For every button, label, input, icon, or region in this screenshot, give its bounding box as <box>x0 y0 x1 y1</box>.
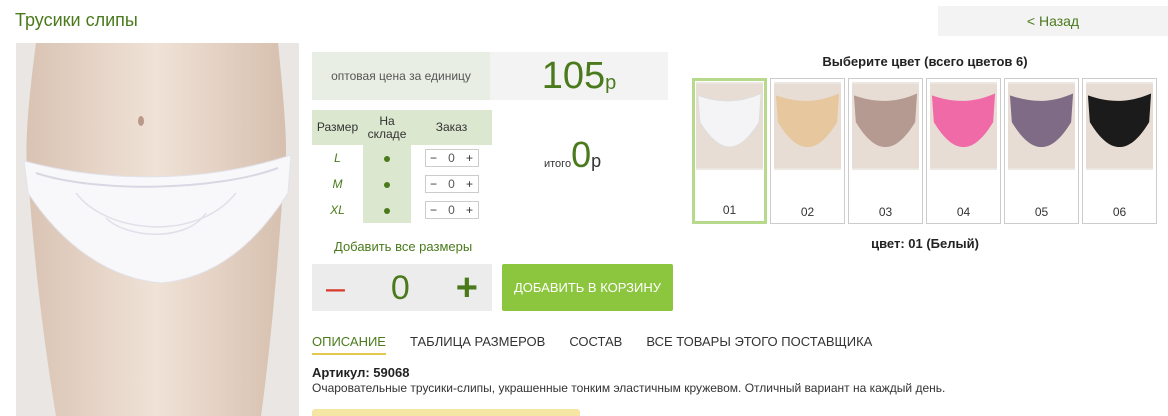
size-row: XL − 0 + <box>312 197 492 223</box>
color-swatch[interactable]: 06 <box>1082 78 1157 224</box>
color-swatch[interactable]: 04 <box>926 78 1001 224</box>
page-title: Трусики слипы <box>15 10 138 30</box>
size-header: Размер <box>312 110 363 145</box>
add-to-cart-button[interactable]: ДОБАВИТЬ В КОРЗИНУ <box>502 264 673 311</box>
total-value: 0 <box>571 134 592 175</box>
color-picker-title: Выберите цвет (всего цветов 6) <box>822 54 1028 69</box>
swatch-thumbnail <box>852 82 919 170</box>
plus-button[interactable]: + <box>462 202 478 218</box>
tab-size-chart[interactable]: ТАБЛИЦА РАЗМЕРОВ <box>410 334 545 355</box>
in-stock-indicator <box>363 197 411 223</box>
quantity-plus-button[interactable]: + <box>456 269 478 307</box>
minus-button[interactable]: − <box>426 176 442 192</box>
order-header: Заказ <box>411 110 492 145</box>
size-table: Размер На складе Заказ L − 0 + M − 0 + X… <box>312 110 492 223</box>
quantity-minus-button[interactable]: – <box>326 271 345 305</box>
quantity-value[interactable]: 0 <box>391 271 410 305</box>
swatch-number: 06 <box>1112 205 1127 219</box>
swatch-number: 01 <box>722 203 737 217</box>
swatch-thumbnail <box>1086 82 1153 170</box>
order-qty[interactable]: 0 <box>442 202 462 218</box>
swatch-number: 04 <box>956 205 971 219</box>
color-swatch[interactable]: 03 <box>848 78 923 224</box>
plus-button[interactable]: + <box>462 176 478 192</box>
size-row: M − 0 + <box>312 171 492 197</box>
plus-button[interactable]: + <box>462 150 478 166</box>
color-swatch[interactable]: 02 <box>770 78 845 224</box>
price-currency: р <box>605 71 617 94</box>
total-label: итого <box>544 158 572 170</box>
swatch-number: 05 <box>1034 205 1049 219</box>
color-swatches: 01 02 03 04 05 06 <box>692 78 1160 224</box>
order-stepper: − 0 + <box>424 175 479 193</box>
swatch-thumbnail <box>1008 82 1075 170</box>
minus-button[interactable]: − <box>426 202 442 218</box>
add-all-sizes-link[interactable]: Добавить все размеры <box>334 239 472 254</box>
product-tabs: ОПИСАНИЕ ТАБЛИЦА РАЗМЕРОВ СОСТАВ ВСЕ ТОВ… <box>312 334 896 355</box>
order-qty[interactable]: 0 <box>442 176 462 192</box>
swatch-thumbnail <box>930 82 997 170</box>
order-stepper: − 0 + <box>424 201 479 219</box>
size-row: L − 0 + <box>312 145 492 171</box>
swatch-thumbnail <box>696 82 763 170</box>
wholesale-price: 105 р <box>490 52 668 100</box>
selected-color-label: цвет: 01 (Белый) <box>871 236 979 251</box>
bottom-banner <box>312 409 580 416</box>
color-swatch[interactable]: 01 <box>692 78 767 224</box>
order-stepper-cell: − 0 + <box>411 145 492 171</box>
quantity-stepper: – 0 + <box>312 264 492 311</box>
size-label: XL <box>330 203 345 217</box>
article-number: Артикул: 59068 <box>312 365 410 380</box>
product-photo[interactable] <box>16 43 299 416</box>
in-stock-indicator <box>363 171 411 197</box>
order-stepper-cell: − 0 + <box>411 197 492 223</box>
order-qty[interactable]: 0 <box>442 150 462 166</box>
wholesale-price-label: оптовая цена за единицу <box>312 52 490 100</box>
order-stepper-cell: − 0 + <box>411 171 492 197</box>
stock-header: На складе <box>363 110 411 145</box>
product-description: Очаровательные трусики-слипы, украшенные… <box>312 381 946 395</box>
size-label: M <box>332 177 343 191</box>
color-swatch[interactable]: 05 <box>1004 78 1079 224</box>
swatch-thumbnail <box>774 82 841 170</box>
minus-button[interactable]: − <box>426 150 442 166</box>
swatch-number: 03 <box>878 205 893 219</box>
swatch-number: 02 <box>800 205 815 219</box>
size-label: L <box>334 151 341 165</box>
total-currency: р <box>591 151 602 171</box>
tab-composition[interactable]: СОСТАВ <box>569 334 622 355</box>
tab-supplier-products[interactable]: ВСЕ ТОВАРЫ ЭТОГО ПОСТАВЩИКА <box>646 334 872 355</box>
order-stepper: − 0 + <box>424 149 479 167</box>
order-total: итого 0 р <box>544 134 601 176</box>
tab-description[interactable]: ОПИСАНИЕ <box>312 334 386 355</box>
in-stock-indicator <box>363 145 411 171</box>
price-number: 105 <box>541 55 606 97</box>
back-link[interactable]: < Назад <box>938 6 1168 36</box>
